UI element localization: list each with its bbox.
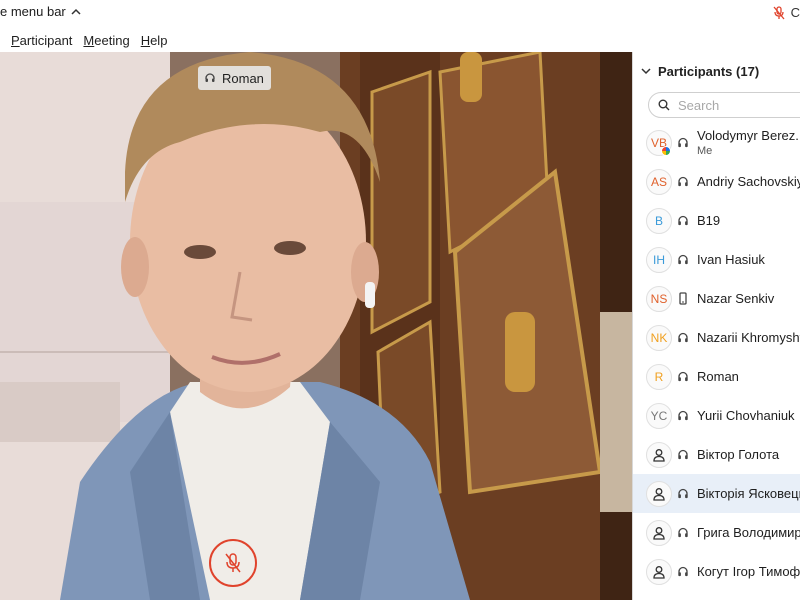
avatar: NS [646,286,672,312]
avatar [646,442,672,468]
title-bar: e menu bar C [0,0,800,28]
participant-row[interactable]: AS Andriy Sachovskiy [633,162,800,201]
hide-menu-bar-toggle[interactable]: e menu bar [0,4,82,19]
participant-row[interactable]: Когут Ігор Тимофій [633,552,800,591]
person-icon [653,449,665,462]
microphone-muted-icon [773,5,785,19]
participant-name: Віктор Голота [697,447,780,462]
active-speaker-name: Roman [222,70,264,86]
headset-icon [678,254,688,265]
video-frame [0,52,632,600]
person-icon [653,566,665,579]
avatar: B [646,208,672,234]
headset-icon [678,410,688,421]
participant-list: VB Volodymyr Berez... Me AS Andriy Sachovski… [633,123,800,591]
status-badge-icon [661,146,671,156]
menu-bar-toggle-label: e menu bar [0,4,66,19]
headset-icon [678,527,688,538]
headset-icon [678,371,688,382]
participant-search[interactable] [648,92,800,118]
search-icon [658,99,670,111]
avatar [646,481,672,507]
participant-name: Nazar Senkiv [697,291,775,306]
recording-label: C [790,5,800,20]
participant-name: Nazarii Khromyshyn [697,330,800,345]
participant-row[interactable]: Вікторія Ясковець [633,474,800,513]
avatar-initials: NK [650,331,668,345]
chevron-up-icon [71,8,81,15]
headset-icon [678,566,688,577]
participant-row[interactable]: VB Volodymyr Berez... Me [633,123,800,162]
participant-name: Yurii Chovhaniuk [697,408,795,423]
participant-name: B19 [697,213,721,228]
participant-row[interactable]: R Roman [633,357,800,396]
participant-name: Andriy Sachovskiy [697,174,800,189]
headset-icon [678,137,688,148]
chevron-down-icon[interactable] [641,66,651,76]
participant-row[interactable]: B B19 [633,201,800,240]
headset-icon [678,215,688,226]
headset-icon [678,488,688,499]
menu-bar: Participant Meeting Help [0,28,800,52]
avatar: VB [646,130,672,156]
search-input[interactable] [678,97,788,113]
participant-row[interactable]: NK Nazarii Khromyshyn [633,318,800,357]
participant-row[interactable]: NS Nazar Senkiv [633,279,800,318]
headset-icon [678,176,688,187]
participants-panel-header[interactable]: Participants (17) [633,52,800,90]
participant-row[interactable]: Віктор Голота [633,435,800,474]
avatar-initials: NS [650,292,668,306]
avatar [646,559,672,585]
muted-indicator [209,539,257,587]
menu-meeting[interactable]: Meeting [83,33,129,48]
avatar-initials: R [654,370,664,384]
participant-row[interactable]: IH Ivan Hasiuk [633,240,800,279]
avatar: IH [646,247,672,273]
avatar: AS [646,169,672,195]
person-icon [653,527,665,540]
recording-indicator[interactable]: C [773,5,800,20]
avatar-initials: AS [650,175,667,189]
participant-row[interactable]: YC Yurii Chovhaniuk [633,396,800,435]
avatar: NK [646,325,672,351]
headset-icon [678,449,688,460]
participants-title: Participants (17) [658,63,760,79]
avatar: R [646,364,672,390]
participants-panel: Participants (17) VB Volodymyr Berez... Me… [632,52,800,600]
avatar-initials: B [654,214,663,228]
microphone-muted-icon [225,553,241,573]
participant-subtitle: Me [697,145,713,157]
participant-name: Грига Володимир [697,525,800,540]
participant-name: Когут Ігор Тимофій [697,564,800,579]
participant-name: Ivan Hasiuk [697,252,765,267]
avatar: YC [646,403,672,429]
avatar-initials: YC [650,409,668,423]
participant-name: Roman [697,369,739,384]
active-speaker-tag: Roman [198,66,271,90]
menu-help[interactable]: Help [141,33,168,48]
mobile-phone-icon [679,292,687,305]
participant-name: Вікторія Ясковець [697,486,800,501]
video-stream[interactable]: Roman [0,52,632,600]
avatar [646,520,672,546]
menu-participant[interactable]: Participant [11,33,72,48]
participant-row[interactable]: Грига Володимир [633,513,800,552]
participant-name: Volodymyr Berez... [697,128,800,143]
person-icon [653,488,665,501]
headset-icon [205,73,215,82]
avatar-initials: IH [653,253,665,267]
headset-icon [678,332,688,343]
